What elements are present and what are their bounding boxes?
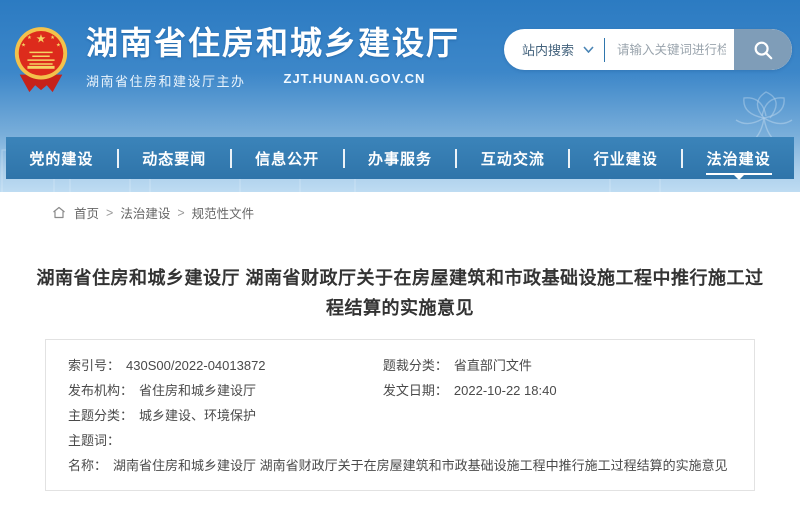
search-input[interactable] — [605, 43, 734, 57]
nav-item-info-disclosure[interactable]: 信息公开 — [232, 137, 343, 179]
page-header: ★ ★ ★ ★ ★ 湖南省住房和城乡建设厅 湖南省住房和建设厅主办 ZJT.HU… — [0, 0, 800, 192]
svg-text:★: ★ — [56, 43, 61, 49]
main-content: 首页 > 法治建设 > 规范性文件 湖南省住房和城乡建设厅 湖南省财政厅关于在房… — [0, 192, 800, 521]
active-tab-indicator — [706, 173, 772, 175]
meta-publish-date: 发文日期：2022-10-22 18:40 — [383, 378, 738, 403]
site-subtitle: 湖南省住房和建设厅主办 — [86, 71, 246, 90]
breadcrumb-separator: > — [106, 206, 113, 220]
main-nav: 党的建设 动态要闻 信息公开 办事服务 互动交流 行业建设 法治建设 — [6, 137, 794, 179]
meta-subject: 主题分类：城乡建设、环境保护 — [68, 403, 738, 428]
nav-item-rule-of-law[interactable]: 法治建设 — [683, 137, 794, 179]
breadcrumb: 首页 > 法治建设 > 规范性文件 — [0, 192, 800, 222]
nav-item-interaction[interactable]: 互动交流 — [457, 137, 568, 179]
breadcrumb-current: 规范性文件 — [192, 203, 255, 222]
chevron-down-icon — [583, 46, 594, 53]
breadcrumb-separator: > — [177, 206, 184, 220]
meta-keywords: 主题词： — [68, 428, 738, 453]
flower-watermark-graphic — [728, 88, 800, 144]
meta-publisher: 发布机构：省住房和城乡建设厅 — [68, 378, 383, 403]
search-scope-label: 站内搜索 — [522, 40, 574, 59]
search-scope-dropdown[interactable]: 站内搜索 — [504, 40, 604, 59]
magnifier-icon — [752, 39, 774, 61]
document-title: 湖南省住房和城乡建设厅 湖南省财政厅关于在房屋建筑和市政基础设施工程中推行施工过… — [35, 264, 765, 323]
svg-text:★: ★ — [27, 35, 32, 41]
document-meta-box: 索引号：430S00/2022-04013872 题裁分类：省直部门文件 发布机… — [45, 339, 755, 491]
svg-text:★: ★ — [50, 35, 55, 41]
meta-genre: 题裁分类：省直部门文件 — [383, 353, 738, 378]
search-button[interactable] — [734, 29, 792, 70]
site-title: 湖南省住房和城乡建设厅 — [86, 26, 460, 61]
nav-item-services[interactable]: 办事服务 — [345, 137, 456, 179]
svg-text:★: ★ — [36, 33, 46, 46]
national-emblem-logo: ★ ★ ★ ★ ★ — [10, 24, 72, 102]
breadcrumb-home[interactable]: 首页 — [74, 203, 99, 222]
nav-item-news[interactable]: 动态要闻 — [119, 137, 230, 179]
site-url: ZJT.HUNAN.GOV.CN — [284, 71, 426, 90]
site-search: 站内搜索 — [504, 29, 792, 70]
meta-name: 名称：湖南省住房和城乡建设厅 湖南省财政厅关于在房屋建筑和市政基础设施工程中推行… — [68, 453, 738, 478]
meta-index-number: 索引号：430S00/2022-04013872 — [68, 353, 383, 378]
breadcrumb-rule-of-law[interactable]: 法治建设 — [120, 203, 170, 222]
home-icon — [52, 206, 66, 219]
nav-item-industry[interactable]: 行业建设 — [570, 137, 681, 179]
svg-text:★: ★ — [21, 43, 26, 49]
nav-item-party-building[interactable]: 党的建设 — [6, 137, 117, 179]
